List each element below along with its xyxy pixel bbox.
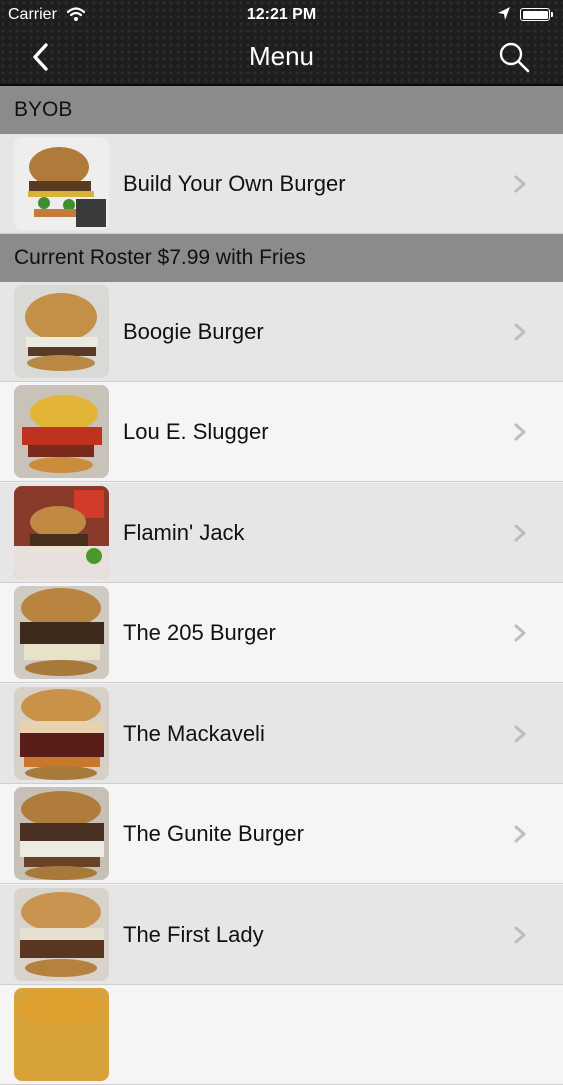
search-icon[interactable] — [496, 40, 532, 76]
menu-item-the-gunite-burger[interactable]: The Gunite Burger — [0, 784, 563, 884]
location-arrow-icon — [498, 7, 510, 20]
menu-item-lou-e-slugger[interactable]: Lou E. Slugger — [0, 382, 563, 482]
menu-item-partial[interactable] — [0, 985, 563, 1085]
menu-item-the-first-lady[interactable]: The First Lady — [0, 885, 563, 985]
menu-item-label: Build Your Own Burger — [123, 171, 346, 196]
chevron-right-icon — [514, 423, 526, 441]
chevron-right-icon — [514, 524, 526, 542]
status-bar: Carrier 12:21 PM — [0, 0, 563, 30]
menu-item-label: The First Lady — [123, 922, 264, 947]
menu-item-label: Lou E. Slugger — [123, 419, 269, 444]
menu-item-label: Flamin' Jack — [123, 520, 245, 545]
chevron-right-icon — [514, 825, 526, 843]
battery-icon — [520, 8, 553, 21]
chevron-right-icon — [514, 624, 526, 642]
menu-item-label: The Gunite Burger — [123, 821, 304, 846]
burger-photo — [14, 888, 109, 981]
section-header-current-roster: Current Roster $7.99 with Fries — [0, 234, 563, 282]
chevron-right-icon — [514, 175, 526, 193]
burger-photo — [14, 988, 109, 1081]
menu-item-the-mackaveli[interactable]: The Mackaveli — [0, 684, 563, 784]
navigation-bar: Carrier 12:21 PM Menu — [0, 0, 563, 86]
chevron-right-icon — [514, 926, 526, 944]
menu-item-boogie-burger[interactable]: Boogie Burger — [0, 282, 563, 382]
menu-item-flamin-jack[interactable]: Flamin' Jack — [0, 483, 563, 583]
menu-item-the-205-burger[interactable]: The 205 Burger — [0, 583, 563, 683]
menu-item-label: The Mackaveli — [123, 721, 265, 746]
burger-photo — [14, 787, 109, 880]
section-header-byob: BYOB — [0, 86, 563, 134]
chevron-right-icon — [514, 323, 526, 341]
menu-item-label: Boogie Burger — [123, 319, 264, 344]
burger-photo — [14, 285, 109, 378]
burger-photo — [14, 385, 109, 478]
burger-photo — [14, 586, 109, 679]
page-title: Menu — [248, 41, 315, 71]
burger-photo — [14, 137, 109, 230]
menu-item-label: The 205 Burger — [123, 620, 276, 645]
menu-item-build-your-own-burger[interactable]: Build Your Own Burger — [0, 134, 563, 234]
chevron-right-icon — [514, 725, 526, 743]
burger-photo — [14, 687, 109, 780]
status-time: 12:21 PM — [246, 6, 317, 23]
burger-photo — [14, 486, 109, 579]
